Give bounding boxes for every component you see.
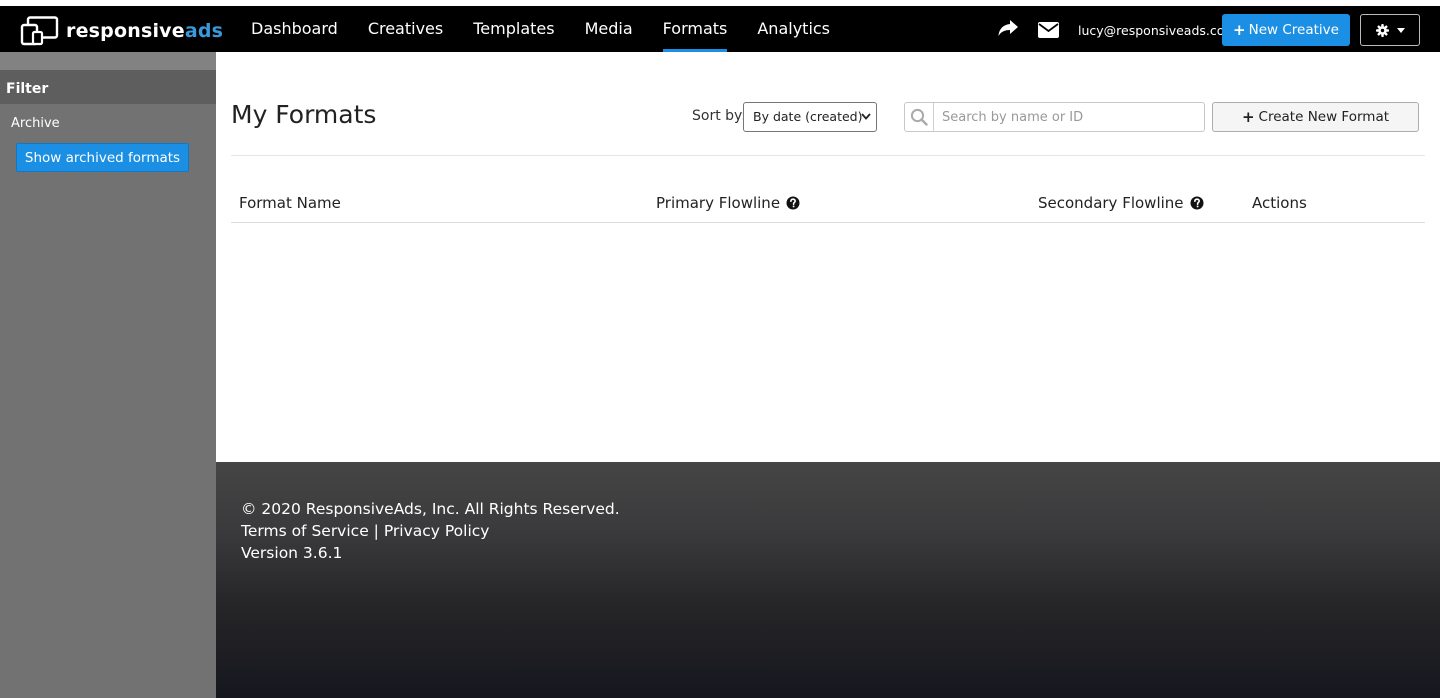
question-circle-icon[interactable] xyxy=(786,196,800,210)
column-secondary-flowline: Secondary Flowline xyxy=(1038,194,1204,212)
chevron-down-icon xyxy=(861,113,871,120)
brand-logo[interactable]: responsiveads xyxy=(20,15,223,47)
filter-sidebar: Filter Archive Show archived formats xyxy=(0,52,216,698)
footer-links: Terms of Service | Privacy Policy xyxy=(241,522,489,540)
share-icon[interactable] xyxy=(997,19,1019,39)
plus-icon: + xyxy=(1233,21,1246,39)
sort-selected-value: By date (created) xyxy=(753,109,863,124)
nav-dashboard[interactable]: Dashboard xyxy=(236,6,353,52)
header-divider xyxy=(231,155,1425,156)
archive-label: Archive xyxy=(11,116,60,131)
search-icon xyxy=(905,103,934,131)
create-new-format-label: Create New Format xyxy=(1258,109,1390,125)
brand-wordmark: responsiveads xyxy=(66,19,224,42)
new-creative-label: New Creative xyxy=(1248,22,1339,38)
nav-creatives[interactable]: Creatives xyxy=(353,6,458,52)
gear-icon xyxy=(1375,23,1389,37)
footer-version: Version 3.6.1 xyxy=(241,544,343,562)
terms-of-service-link[interactable]: Terms of Service xyxy=(241,522,369,540)
nav-templates[interactable]: Templates xyxy=(458,6,569,52)
settings-dropdown-button[interactable] xyxy=(1360,14,1420,46)
nav-formats[interactable]: Formats xyxy=(648,6,743,52)
plus-icon: + xyxy=(1241,108,1255,126)
column-actions: Actions xyxy=(1252,194,1307,212)
search-input[interactable] xyxy=(935,103,1203,131)
create-new-format-button[interactable]: + Create New Format xyxy=(1212,102,1419,132)
new-creative-button[interactable]: + New Creative xyxy=(1222,14,1350,46)
footer-copyright: © 2020 ResponsiveAds, Inc. All Rights Re… xyxy=(241,500,620,518)
footer-separator: | xyxy=(373,522,379,540)
filter-title: Filter xyxy=(0,70,216,104)
devices-logo-icon xyxy=(20,16,59,46)
nav-analytics[interactable]: Analytics xyxy=(742,6,845,52)
top-navbar: responsiveads Dashboard Creatives Templa… xyxy=(0,6,1440,52)
user-email-menu[interactable]: lucy@responsiveads.com xyxy=(1078,6,1237,52)
sort-select[interactable]: By date (created) xyxy=(743,102,877,132)
nav-media[interactable]: Media xyxy=(570,6,648,52)
privacy-policy-link[interactable]: Privacy Policy xyxy=(384,522,490,540)
sort-label: Sort by: xyxy=(692,108,747,124)
envelope-icon[interactable] xyxy=(1038,22,1059,38)
search-box xyxy=(904,102,1205,132)
question-circle-icon[interactable] xyxy=(1190,196,1204,210)
formats-table-header: Format Name Primary Flowline Secondary F… xyxy=(231,188,1425,223)
caret-down-icon xyxy=(1396,27,1405,33)
show-archived-formats-button[interactable]: Show archived formats xyxy=(16,143,189,172)
main-content: My Formats Sort by: By date (created) + … xyxy=(216,52,1440,462)
page-footer: © 2020 ResponsiveAds, Inc. All Rights Re… xyxy=(216,462,1440,698)
main-nav: Dashboard Creatives Templates Media Form… xyxy=(236,6,845,52)
column-format-name[interactable]: Format Name xyxy=(239,194,341,212)
page-title: My Formats xyxy=(231,100,377,129)
column-primary-flowline: Primary Flowline xyxy=(656,194,800,212)
